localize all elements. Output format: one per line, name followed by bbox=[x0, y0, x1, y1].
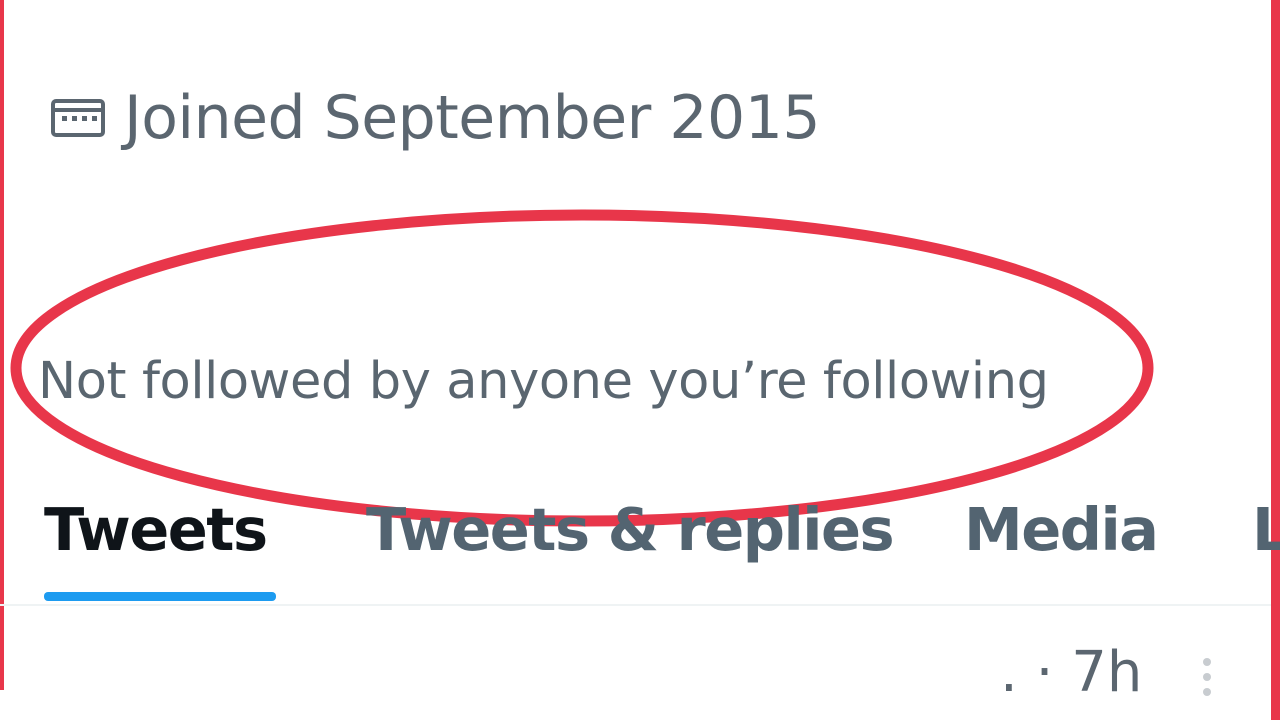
more-vertical-icon[interactable] bbox=[1192, 650, 1222, 710]
tweet-meta-separator: . bbox=[1000, 640, 1018, 705]
calendar-icon bbox=[50, 98, 106, 138]
tab-tweets[interactable]: Tweets bbox=[44, 495, 268, 564]
tab-media[interactable]: Media bbox=[964, 495, 1159, 564]
followers-you-know-text: Not followed by anyone you’re following bbox=[38, 352, 1049, 411]
tweet-meta: . · 7h bbox=[1000, 640, 1142, 705]
tweet-timestamp[interactable]: · 7h bbox=[1036, 640, 1143, 705]
joined-date-row: Joined September 2015 bbox=[50, 78, 821, 158]
annotation-border-left bbox=[0, 0, 4, 690]
tabs-divider bbox=[0, 604, 1271, 606]
annotation-border-right bbox=[1271, 0, 1280, 720]
tab-likes[interactable]: L bbox=[1252, 495, 1280, 564]
screenshot-frame: Joined September 2015 Not followed by an… bbox=[0, 0, 1280, 720]
tab-tweets-and-replies[interactable]: Tweets & replies bbox=[366, 495, 895, 564]
active-tab-indicator bbox=[44, 592, 276, 601]
joined-date-text: Joined September 2015 bbox=[124, 83, 821, 153]
